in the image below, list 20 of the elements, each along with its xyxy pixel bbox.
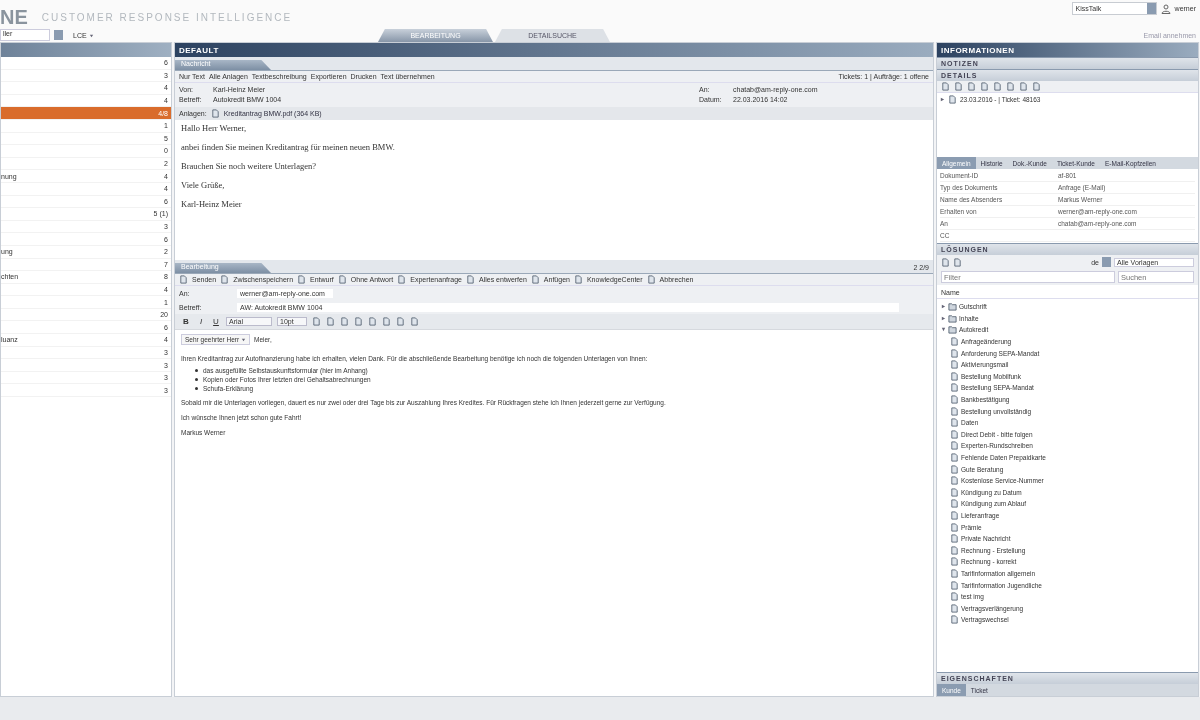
product-name: CUSTOMER RESPONSE INTELLIGENCE bbox=[41, 11, 293, 23]
caret-icon bbox=[241, 337, 246, 342]
italic-button[interactable]: I bbox=[196, 317, 206, 326]
message-line: Karl-Heinz Meier bbox=[181, 199, 243, 209]
message-line: anbei finden Sie meinen Kreditantrag für meinen neuen BMW. bbox=[181, 142, 396, 152]
bullet-icon bbox=[195, 378, 198, 381]
panel-title: DEFAULT bbox=[175, 43, 933, 57]
collapse-icon[interactable] bbox=[941, 327, 946, 333]
underline-button[interactable]: U bbox=[211, 317, 221, 326]
user-icon bbox=[1160, 3, 1171, 14]
caret-icon bbox=[88, 32, 94, 38]
message-line: Viele Grüße, bbox=[181, 180, 226, 190]
message-line: Hallo Herr Werner, bbox=[181, 123, 248, 133]
panel-title: INFORMATIONEN bbox=[937, 43, 1198, 57]
message-line: Brauchen Sie noch weitere Unterlagen? bbox=[181, 161, 317, 171]
bold-button[interactable]: B bbox=[181, 317, 191, 326]
logo: NE bbox=[0, 6, 28, 28]
expand-icon bbox=[940, 97, 945, 102]
bullet-icon bbox=[195, 387, 198, 390]
bullet-icon bbox=[195, 369, 198, 372]
